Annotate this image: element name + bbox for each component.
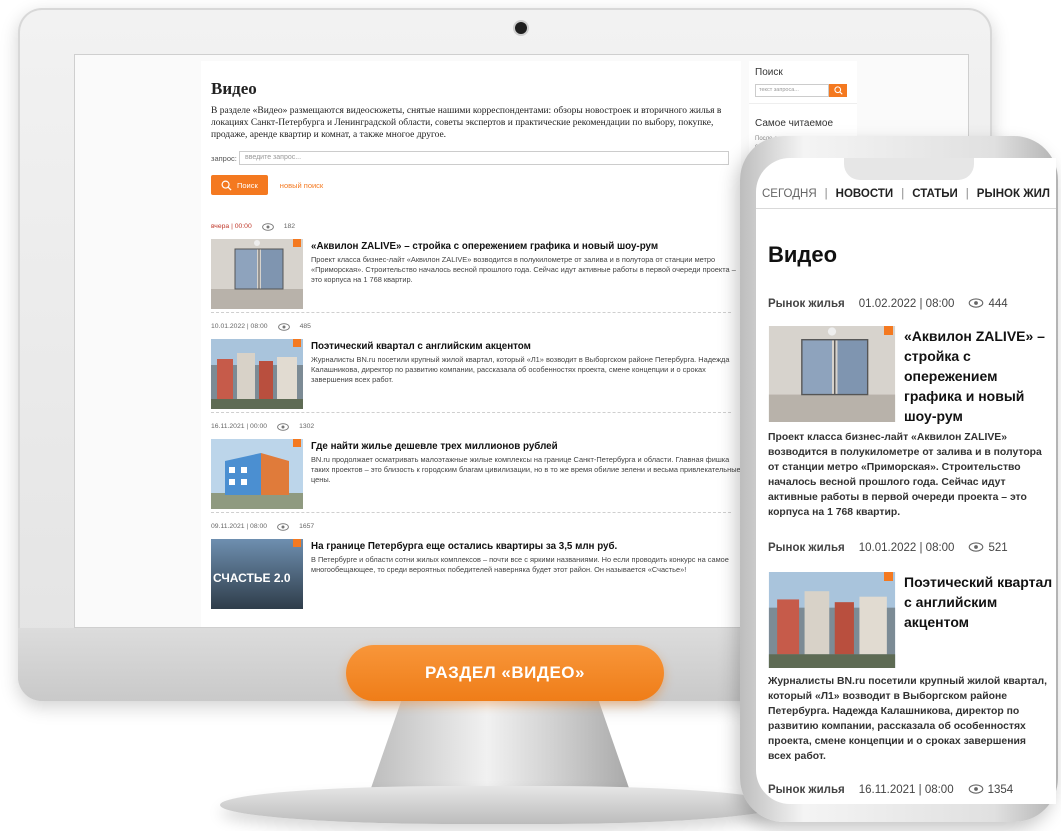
mobile-article-meta: Рынок жилья 01.02.2022 | 08:00 444 (768, 298, 1008, 311)
article-views: 182 (283, 223, 296, 230)
nav-item-news[interactable]: НОВОСТИ (836, 188, 894, 200)
mobile-article-views: 444 (988, 298, 1008, 310)
mobile-article-text: Журналисты BN.ru посетили крупный жилой … (768, 676, 1048, 762)
mobile-article-category[interactable]: Рынок жилья (768, 542, 845, 555)
eye-icon (968, 784, 984, 797)
article-date: 09.11.2021 | 08:00 (211, 523, 268, 530)
article-meta: 16.11.2021 | 00:00 1302 (211, 423, 314, 433)
query-row: запрос: введите запрос... (211, 151, 731, 165)
mobile-article-views: 1354 (987, 784, 1014, 796)
sidebar-search: Поиск текст запроса... (749, 61, 857, 104)
search-icon (833, 86, 843, 95)
video-badge (293, 439, 301, 447)
mobile-page-title: Видео (768, 242, 838, 267)
page-intro: В разделе «Видео» размещаются видеосюжет… (211, 106, 722, 140)
mobile-article-meta: Рынок жилья 10.01.2022 | 08:00 521 (768, 542, 1008, 555)
sidebar-search-button[interactable] (829, 84, 847, 97)
video-badge (293, 239, 301, 247)
search-icon (221, 180, 232, 191)
monitor-stand-base (220, 786, 780, 824)
mobile-article-date: 01.02.2022 | 08:00 (858, 298, 955, 310)
page-title: Видео (211, 79, 257, 98)
search-button-label: Поиск (237, 180, 258, 190)
article-date: 10.01.2022 | 08:00 (211, 323, 268, 330)
mobile-article-category[interactable]: Рынок жилья (768, 784, 845, 797)
nav-separator: | (965, 188, 969, 200)
article-thumbnail[interactable] (211, 439, 303, 509)
query-input[interactable]: введите запрос... (239, 151, 729, 165)
mobile-article-thumbnail[interactable] (768, 326, 896, 422)
article-item[interactable]: вчера | 00:00 182 «Аквилон ZALIVE» – стр… (211, 213, 736, 313)
article-title[interactable]: «Аквилон ZALIVE» – стройка с опережением… (311, 241, 741, 252)
article-text: BN.ru продолжает осматривать малоэтажные… (311, 455, 741, 484)
article-title[interactable]: Поэтический квартал с английским акценто… (311, 341, 741, 352)
thumbnail-caption: СЧАСТЬЕ 2.0 (213, 571, 291, 585)
article-thumbnail[interactable]: СЧАСТЬЕ 2.0 (211, 539, 303, 609)
article-views: 1657 (299, 523, 315, 530)
eye-icon (277, 423, 289, 433)
article-text: Журналисты BN.ru посетили крупный жилой … (311, 355, 730, 384)
section-banner: РАЗДЕЛ «ВИДЕО» (346, 645, 664, 701)
search-actions: Поиск новый поиск (211, 175, 731, 195)
article-text: В Петербурге и области сотни жилых компл… (311, 555, 729, 574)
mobile-article-text: Проект класса бизнес-лайт «Аквилон ZALIV… (768, 432, 1042, 518)
video-badge (884, 326, 893, 335)
mobile-article-category[interactable]: Рынок жилья (768, 298, 845, 311)
article-meta: 10.01.2022 | 08:00 485 (211, 323, 311, 333)
sidebar-popular-title: Самое читаемое (755, 118, 834, 129)
mobile-article-views: 521 (988, 542, 1008, 554)
article-title[interactable]: На границе Петербурга еще остались кварт… (311, 541, 741, 552)
query-label: запрос: (211, 153, 237, 163)
phone: СЕГОДНЯ | НОВОСТИ | СТАТЬИ | РЫНОК ЖИЛ В… (740, 136, 1058, 822)
mobile-article-title[interactable]: «Аквилон ZALIVE» – стройка с опережением… (904, 326, 1054, 426)
article-meta: вчера | 00:00 182 (211, 223, 295, 233)
phone-nav: СЕГОДНЯ | НОВОСТИ | СТАТЬИ | РЫНОК ЖИЛ (762, 188, 1056, 200)
video-badge (293, 339, 301, 347)
phone-notch (844, 158, 974, 180)
webcam (515, 22, 527, 34)
mobile-article-date: 16.11.2021 | 08:00 (858, 784, 954, 796)
article-date: 16.11.2021 | 00:00 (211, 423, 268, 430)
phone-screen: СЕГОДНЯ | НОВОСТИ | СТАТЬИ | РЫНОК ЖИЛ В… (756, 158, 1056, 804)
article-date: вчера | 00:00 (211, 223, 252, 230)
video-badge (293, 539, 301, 547)
nav-divider (756, 208, 1056, 209)
video-page: Видео В разделе «Видео» размещаются виде… (201, 61, 741, 627)
mobile-article-meta: Рынок жилья 16.11.2021 | 08:00 1354 (768, 784, 1013, 797)
article-thumbnail[interactable] (211, 339, 303, 409)
article-title[interactable]: Где найти жилье дешевле трех миллионов р… (311, 441, 741, 452)
mobile-article-date: 10.01.2022 | 08:00 (858, 542, 955, 554)
mobile-article-thumbnail[interactable] (768, 572, 896, 668)
eye-icon (277, 323, 290, 333)
nav-item-articles[interactable]: СТАТЬИ (912, 188, 958, 200)
article-item[interactable]: 10.01.2022 | 08:00 485 Поэтический кварт… (211, 313, 731, 413)
nav-separator: | (901, 188, 905, 200)
article-item[interactable]: 09.11.2021 | 08:00 1657 СЧАСТЬЕ 2.0 На г… (211, 513, 731, 613)
sidebar-search-row: текст запроса... (755, 84, 851, 97)
eye-icon (968, 298, 984, 311)
search-button[interactable]: Поиск (211, 175, 268, 195)
sidebar-search-input[interactable]: текст запроса... (755, 84, 829, 97)
new-search-link[interactable]: новый поиск (280, 181, 323, 190)
monitor-stand (370, 701, 630, 791)
article-meta: 09.11.2021 | 08:00 1657 (211, 523, 314, 533)
nav-item-today[interactable]: СЕГОДНЯ (762, 188, 817, 200)
nav-separator: | (824, 188, 828, 200)
eye-icon (968, 542, 984, 555)
article-views: 1302 (299, 423, 315, 430)
sidebar-search-title: Поиск (755, 67, 783, 78)
video-badge (884, 572, 893, 581)
article-views: 485 (299, 323, 311, 330)
article-text: Проект класса бизнес-лайт «Аквилон ZALIV… (311, 255, 736, 284)
article-item[interactable]: 16.11.2021 | 00:00 1302 Где найти жилье … (211, 413, 741, 513)
mobile-article-title[interactable]: Поэтический квартал с английским акценто… (904, 572, 1054, 632)
article-thumbnail[interactable] (211, 239, 303, 309)
eye-icon (277, 523, 289, 533)
nav-item-housing-market[interactable]: РЫНОК ЖИЛ (977, 188, 1050, 200)
eye-icon (261, 223, 274, 233)
